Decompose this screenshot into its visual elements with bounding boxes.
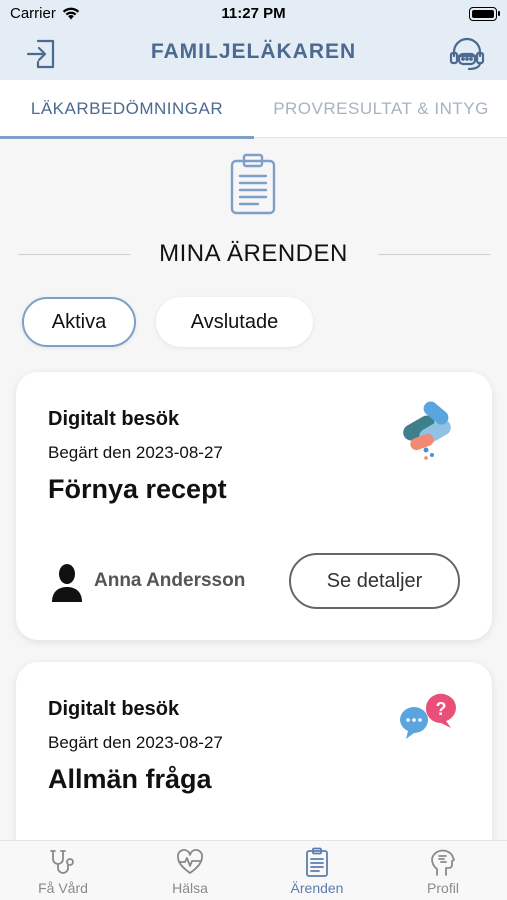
bottom-tab-arenden[interactable]: Ärenden (254, 841, 380, 900)
details-button[interactable]: Se detaljer (289, 553, 460, 609)
app-title: FAMILJELÄKAREN (150, 40, 357, 63)
top-tabs: LÄKARBEDÖMNINGAR PROVRESULTAT & INTYG (0, 80, 507, 139)
svg-text:?: ? (436, 699, 447, 719)
case-date: Begärt den 2023-08-27 (48, 733, 223, 752)
profile-head-icon (431, 849, 455, 876)
clipboard-icon (306, 847, 328, 877)
tab-lakarbedomningar[interactable]: LÄKARBEDÖMNINGAR (0, 80, 254, 139)
section-header: MINA ÄRENDEN (0, 236, 507, 272)
bottom-tab-profil[interactable]: Profil (380, 841, 506, 900)
bottom-tab-label: Ärenden (290, 880, 344, 896)
battery-icon (469, 7, 500, 21)
prescription-pills-icon (403, 401, 451, 460)
nav-bar: FAMILJELÄKAREN (0, 28, 507, 80)
tab-provresultat[interactable]: PROVRESULTAT & INTYG (254, 80, 507, 138)
bottom-tab-fa-vard[interactable]: Få Vård (0, 841, 126, 900)
clock: 11:27 PM (221, 5, 286, 22)
divider-right (378, 254, 490, 255)
case-kind: Digitalt besök (48, 698, 180, 720)
filter-aktiva[interactable]: Aktiva (22, 297, 136, 347)
clipboard-icon (230, 153, 276, 215)
case-subject: Allmän fråga (48, 764, 212, 794)
case-card[interactable]: Digitalt besök Begärt den 2023-08-27 För… (16, 372, 492, 640)
doctor-name: Anna Andersson (94, 570, 246, 591)
status-bar: Carrier 11:27 PM (0, 0, 507, 28)
bottom-tab-bar: Få Vård Hälsa Ärenden Profil (0, 840, 507, 900)
filter-avslutade[interactable]: Avslutade (156, 297, 313, 347)
bottom-tab-label: Hälsa (172, 880, 208, 896)
heartbeat-icon (177, 849, 203, 874)
stethoscope-icon (50, 850, 74, 874)
support-headset-icon[interactable] (447, 34, 487, 74)
question-chat-icon: ? (400, 693, 456, 739)
bottom-tab-label: Få Vård (38, 880, 88, 896)
case-kind: Digitalt besök (48, 408, 180, 430)
doctor-avatar (52, 564, 82, 602)
case-subject: Förnya recept (48, 474, 227, 504)
bottom-tab-label: Profil (427, 880, 459, 896)
bottom-tab-halsa[interactable]: Hälsa (127, 841, 253, 900)
case-date: Begärt den 2023-08-27 (48, 443, 223, 462)
case-card[interactable]: Digitalt besök Begärt den 2023-08-27 All… (16, 662, 492, 862)
